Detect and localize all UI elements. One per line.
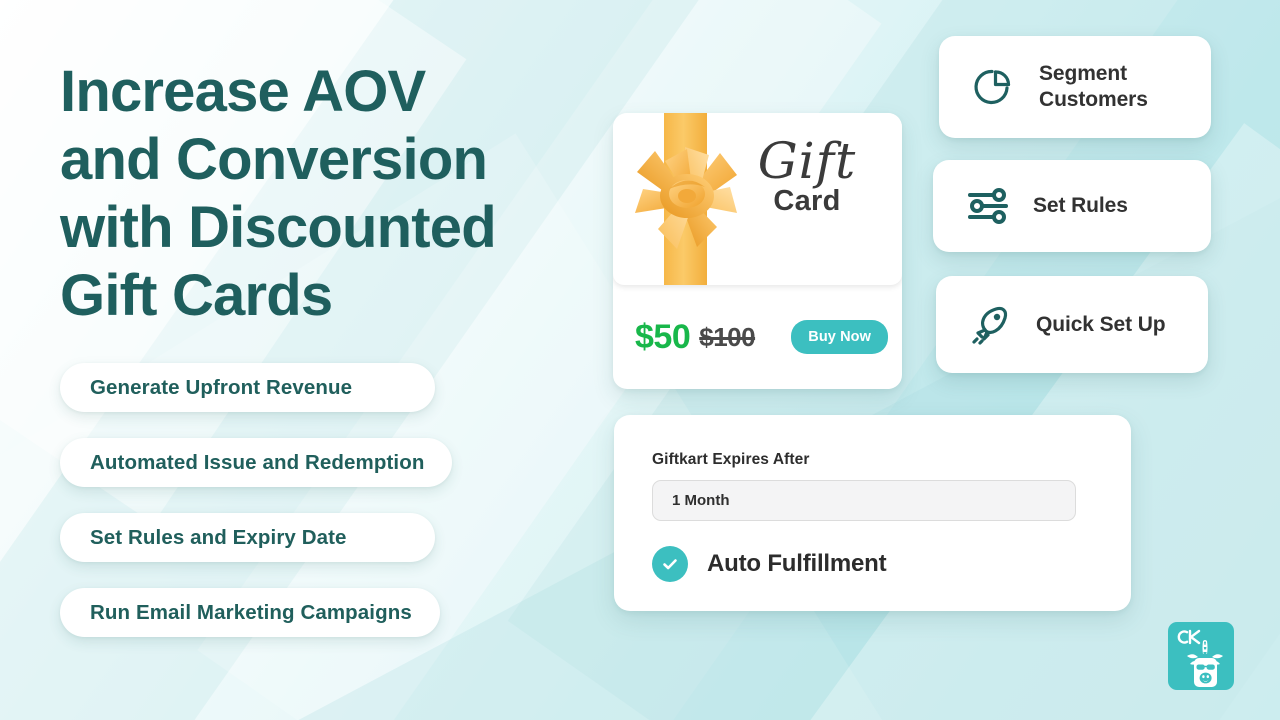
expiry-select-value: 1 Month (672, 492, 730, 509)
feature-card-quick-set-up[interactable]: Quick Set Up (936, 276, 1208, 373)
expiry-field-label: Giftkart Expires After (652, 451, 810, 468)
feature-card-label: Quick Set Up (1036, 312, 1166, 336)
gift-card-wordmark: Gift Card (732, 135, 882, 217)
feature-card-segment-customers[interactable]: Segment Customers (939, 36, 1211, 138)
feature-card-label: Set Rules (1033, 194, 1128, 217)
feature-card-label: Segment Customers (1039, 62, 1148, 111)
feature-pill-list: Generate Upfront Revenue Automated Issue… (60, 363, 453, 663)
feature-pill[interactable]: Generate Upfront Revenue (60, 363, 435, 412)
discounted-price: $50 (635, 317, 691, 356)
expiry-select[interactable]: 1 Month (652, 480, 1076, 521)
gift-card-word: Card (773, 185, 841, 217)
llama-mascot-icon (1184, 639, 1228, 689)
gift-card-image: Gift Card (613, 113, 902, 285)
feature-pill-label: Automated Issue and Redemption (90, 450, 425, 474)
gift-card-product-panel: Gift Card $50 $100 Buy Now (613, 113, 902, 389)
feature-pill[interactable]: Automated Issue and Redemption (60, 438, 453, 487)
feature-pill-label: Run Email Marketing Campaigns (90, 600, 412, 624)
auto-fulfillment-label: Auto Fulfillment (707, 550, 887, 577)
check-icon (652, 546, 688, 582)
gift-script-word: Gift (757, 132, 857, 190)
feature-card-set-rules[interactable]: Set Rules (933, 160, 1211, 252)
price-row: $50 $100 Buy Now (613, 285, 902, 389)
buy-now-button[interactable]: Buy Now (791, 320, 888, 354)
settings-panel: Giftkart Expires After 1 Month Auto Fulf… (614, 415, 1131, 611)
page-title: Increase AOV and Conversion with Discoun… (60, 59, 497, 328)
feature-pill-label: Generate Upfront Revenue (90, 375, 353, 399)
promo-banner: Increase AOV and Conversion with Discoun… (0, 0, 1280, 720)
sliders-icon (965, 183, 1011, 229)
feature-pill[interactable]: Run Email Marketing Campaigns (60, 588, 440, 637)
rocket-icon (968, 302, 1014, 348)
feature-pill-label: Set Rules and Expiry Date (90, 525, 347, 549)
auto-fulfillment-row[interactable]: Auto Fulfillment (652, 546, 1076, 582)
feature-pill[interactable]: Set Rules and Expiry Date (60, 513, 435, 562)
original-price: $100 (699, 321, 756, 352)
pie-chart-icon (971, 64, 1017, 110)
app-logo-badge[interactable] (1168, 622, 1234, 690)
